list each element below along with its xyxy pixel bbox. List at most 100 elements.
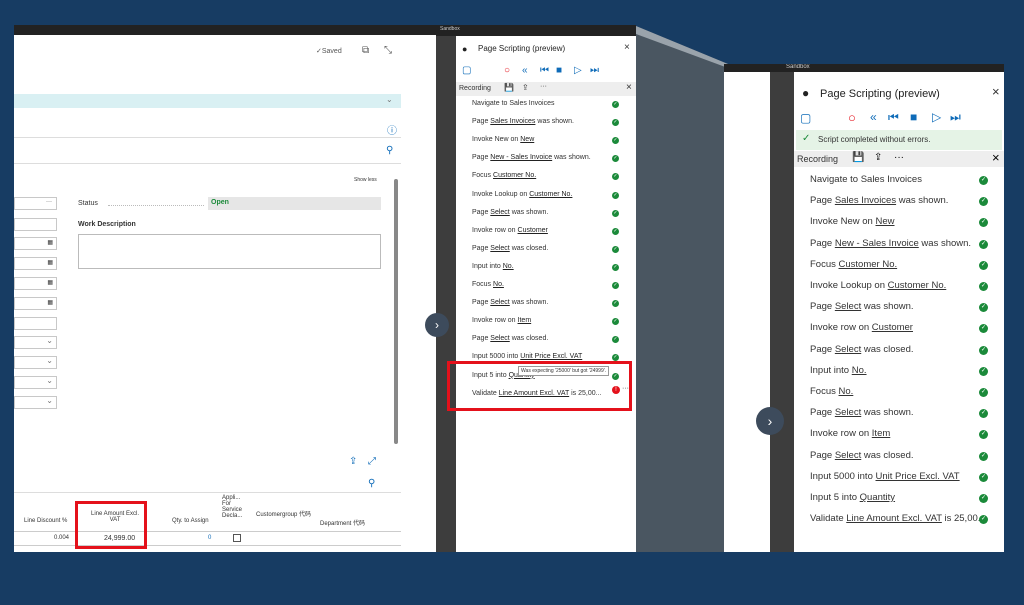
play-icon[interactable]: ▷ bbox=[932, 110, 941, 124]
step-link[interactable]: No. bbox=[852, 365, 867, 376]
more-icon[interactable]: ··· bbox=[894, 152, 904, 163]
step-item[interactable]: Input 5 into Quantity bbox=[810, 492, 895, 503]
field-select[interactable]: ⌄ bbox=[14, 396, 57, 409]
step-item[interactable]: Invoke Lookup on Customer No. bbox=[472, 191, 572, 198]
step-forward-icon[interactable]: ⏭ bbox=[590, 65, 599, 76]
step-back-icon[interactable]: ⏮ bbox=[540, 65, 549, 76]
step-link[interactable]: Customer No. bbox=[493, 172, 536, 179]
step-link[interactable]: New bbox=[875, 216, 894, 227]
step-item[interactable]: Focus No. bbox=[472, 281, 504, 288]
step-link[interactable]: Quantity bbox=[860, 492, 895, 503]
step-link[interactable]: Item bbox=[518, 317, 532, 324]
step-item[interactable]: Invoke Lookup on Customer No. bbox=[810, 280, 946, 291]
step-item[interactable]: Focus Customer No. bbox=[810, 259, 897, 270]
step-link[interactable]: Customer No. bbox=[888, 280, 947, 291]
more-icon[interactable]: ··· bbox=[540, 83, 547, 90]
step-link[interactable]: Select bbox=[490, 209, 509, 216]
chevron-right-icon[interactable]: › bbox=[425, 313, 449, 337]
step-item[interactable]: Validate Line Amount Excl. VAT is 25,00.… bbox=[810, 513, 986, 524]
calendar-icon[interactable]: ▦ bbox=[47, 299, 53, 306]
step-link[interactable]: Select bbox=[835, 407, 861, 418]
stop-icon[interactable]: ■ bbox=[910, 110, 917, 124]
step-item[interactable]: Input 5000 into Unit Price Excl. VAT bbox=[472, 353, 582, 360]
step-link[interactable]: Select bbox=[490, 245, 509, 252]
scrollbar[interactable] bbox=[394, 179, 398, 444]
step-item[interactable]: Page Select was closed. bbox=[810, 450, 914, 461]
step-link[interactable]: New bbox=[520, 136, 534, 143]
pin-icon[interactable]: ⚲ bbox=[386, 145, 393, 156]
step-forward-icon[interactable]: ⏭ bbox=[950, 110, 961, 125]
step-link[interactable]: Item bbox=[872, 428, 890, 439]
step-item[interactable]: Page Select was shown. bbox=[472, 209, 548, 216]
cell-line-discount[interactable]: 0.004 bbox=[54, 535, 69, 541]
rewind-icon[interactable]: « bbox=[522, 65, 528, 76]
expand-icon[interactable]: ⤢ bbox=[368, 456, 376, 467]
step-link[interactable]: Select bbox=[835, 301, 861, 312]
step-item[interactable]: Page Sales Invoices was shown. bbox=[472, 118, 574, 125]
save-icon[interactable]: 💾 bbox=[852, 152, 864, 163]
field-customer-name[interactable]: ··· bbox=[14, 197, 57, 210]
step-item[interactable]: Invoke row on Customer bbox=[472, 227, 548, 234]
share-icon[interactable]: ⇪ bbox=[874, 152, 882, 163]
step-link[interactable]: Select bbox=[490, 335, 509, 342]
step-item[interactable]: Invoke row on Item bbox=[472, 317, 531, 324]
field-select[interactable]: ⌄ bbox=[14, 356, 57, 369]
step-item[interactable]: Input 5000 into Unit Price Excl. VAT bbox=[810, 471, 960, 482]
step-link[interactable]: Customer bbox=[872, 322, 913, 333]
field-date[interactable]: ▦ bbox=[14, 297, 57, 310]
step-item[interactable]: Invoke row on Customer bbox=[810, 322, 913, 333]
step-item[interactable]: Focus Customer No. bbox=[472, 172, 536, 179]
step-item[interactable]: Focus No. bbox=[810, 386, 853, 397]
close-icon[interactable]: × bbox=[624, 42, 630, 53]
step-link[interactable]: Select bbox=[490, 299, 509, 306]
step-link[interactable]: Select bbox=[835, 344, 861, 355]
collapse-icon[interactable]: ⤡ bbox=[384, 45, 392, 56]
step-item[interactable]: Invoke New on New bbox=[472, 136, 534, 143]
share-icon[interactable]: ⇪ bbox=[349, 456, 357, 467]
step-item[interactable]: Invoke row on Item bbox=[810, 428, 890, 439]
step-link[interactable]: No. bbox=[839, 386, 854, 397]
new-file-icon[interactable]: ▢ bbox=[800, 111, 811, 125]
play-icon[interactable]: ▷ bbox=[574, 65, 582, 76]
chevron-right-icon[interactable]: › bbox=[756, 407, 784, 435]
stop-icon[interactable]: ■ bbox=[556, 65, 562, 76]
field-text[interactable] bbox=[14, 317, 57, 330]
step-item[interactable]: Input into No. bbox=[472, 263, 514, 270]
step-link[interactable]: Customer No. bbox=[839, 259, 898, 270]
step-item[interactable]: Navigate to Sales Invoices bbox=[472, 100, 555, 107]
calendar-icon[interactable]: ▦ bbox=[47, 239, 53, 246]
step-item[interactable]: Page Select was closed. bbox=[472, 245, 548, 252]
step-item[interactable]: Invoke New on New bbox=[810, 216, 895, 227]
field-date[interactable]: ▦ bbox=[14, 257, 57, 270]
step-back-icon[interactable]: ⏮ bbox=[888, 110, 899, 125]
work-description-input[interactable] bbox=[78, 234, 381, 269]
field-select[interactable]: ⌄ bbox=[14, 376, 57, 389]
step-item[interactable]: Navigate to Sales Invoices bbox=[810, 174, 922, 185]
cell-qty-to-assign[interactable]: 0 bbox=[208, 535, 211, 541]
step-item[interactable]: Page New - Sales Invoice was shown. bbox=[472, 154, 591, 161]
step-link[interactable]: No. bbox=[493, 281, 504, 288]
calendar-icon[interactable]: ▦ bbox=[47, 279, 53, 286]
new-file-icon[interactable]: ▢ bbox=[462, 65, 471, 76]
step-link[interactable]: Line Amount Excl. VAT bbox=[846, 513, 942, 524]
play-circle-icon[interactable]: ● bbox=[462, 44, 467, 54]
step-item[interactable]: Page Select was shown. bbox=[472, 299, 548, 306]
field-date[interactable]: ▦ bbox=[14, 277, 57, 290]
close-icon[interactable]: × bbox=[626, 82, 632, 93]
share-icon[interactable]: ⇪ bbox=[522, 83, 529, 92]
step-link[interactable]: Customer bbox=[518, 227, 548, 234]
step-item[interactable]: Input into No. bbox=[810, 365, 867, 376]
step-item[interactable]: Page Select was closed. bbox=[472, 335, 548, 342]
step-link[interactable]: No. bbox=[503, 263, 514, 270]
step-link[interactable]: Sales Invoices bbox=[490, 118, 535, 125]
close-icon[interactable]: × bbox=[992, 84, 1000, 99]
field-select[interactable]: ⌄ bbox=[14, 336, 57, 349]
step-item[interactable]: Page Sales Invoices was shown. bbox=[810, 195, 948, 206]
step-item[interactable]: Page Select was closed. bbox=[810, 344, 914, 355]
checkbox[interactable] bbox=[233, 534, 241, 542]
open-new-window-icon[interactable]: ⧉ bbox=[362, 45, 369, 56]
close-icon[interactable]: × bbox=[992, 150, 1000, 165]
calendar-icon[interactable]: ▦ bbox=[47, 259, 53, 266]
step-item[interactable]: Page Select was shown. bbox=[810, 407, 914, 418]
step-item[interactable]: Page New - Sales Invoice was shown. bbox=[810, 238, 971, 249]
